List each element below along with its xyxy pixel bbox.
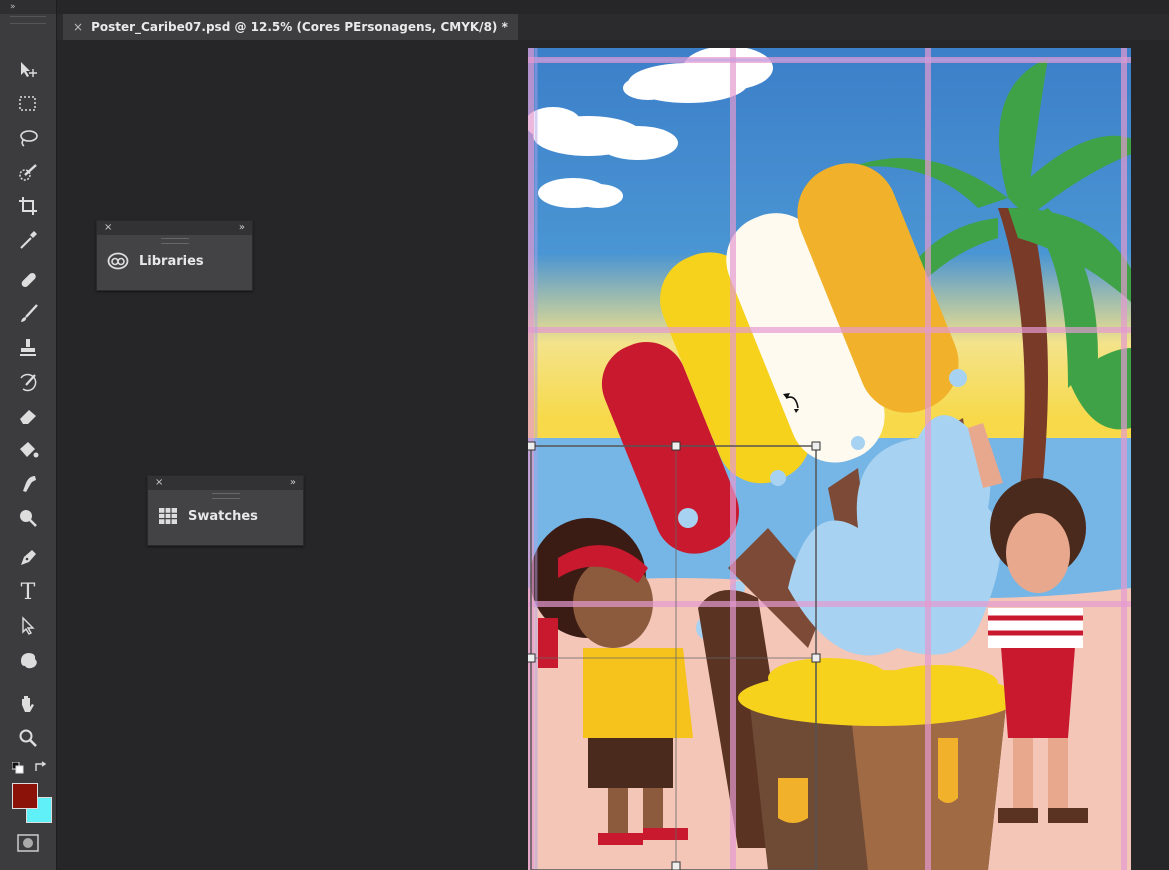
- path-selection-icon: [22, 616, 35, 635]
- foreground-color-swatch[interactable]: [12, 783, 38, 809]
- transform-handle[interactable]: [811, 653, 821, 663]
- hand-tool[interactable]: [12, 690, 44, 718]
- eyedropper-tool[interactable]: [12, 226, 44, 254]
- stamp-icon: [20, 339, 36, 356]
- swap-colors-icon[interactable]: [34, 760, 48, 774]
- libraries-label[interactable]: Libraries: [139, 254, 204, 269]
- libraries-close-icon[interactable]: ×: [104, 221, 112, 235]
- custom-shape-icon: [21, 653, 37, 669]
- transform-handle[interactable]: [671, 441, 681, 451]
- paint-bucket-icon: [20, 442, 39, 458]
- quick-mask-icon[interactable]: [16, 832, 40, 854]
- history-brush-icon: [20, 373, 37, 392]
- lasso-icon: [20, 130, 38, 147]
- swatches-expand-icon[interactable]: »: [290, 476, 296, 490]
- healing-brush-tool[interactable]: [12, 266, 44, 294]
- dodge-icon: [20, 510, 37, 527]
- tools-panel: » T: [0, 0, 57, 870]
- move-tool[interactable]: [12, 56, 44, 84]
- swatches-label[interactable]: Swatches: [188, 509, 258, 524]
- type-tool[interactable]: T: [12, 578, 44, 606]
- crop-tool[interactable]: [12, 192, 44, 220]
- pen-icon: [21, 550, 36, 565]
- document-title: Poster_Caribe07.psd @ 12.5% (Cores PErso…: [91, 20, 508, 34]
- swatches-close-icon[interactable]: ×: [155, 476, 163, 490]
- libraries-expand-icon[interactable]: »: [239, 221, 245, 235]
- clone-stamp-tool[interactable]: [12, 334, 44, 362]
- swatches-panel[interactable]: × » Swatches: [147, 475, 304, 546]
- zoom-icon: [19, 729, 37, 747]
- marquee-icon: [19, 96, 36, 111]
- transform-handle[interactable]: [528, 653, 536, 663]
- swatches-grid-icon: [159, 508, 177, 524]
- close-tab-icon[interactable]: ×: [73, 14, 83, 40]
- poster-artwork: [528, 48, 1131, 870]
- transform-handle[interactable]: [811, 441, 821, 451]
- shape-tool[interactable]: [12, 646, 44, 674]
- smudge-tool[interactable]: [12, 470, 44, 498]
- eraser-icon: [20, 410, 36, 424]
- path-selection-tool[interactable]: [12, 612, 44, 640]
- quick-selection-tool[interactable]: [12, 158, 44, 186]
- document-tab[interactable]: × Poster_Caribe07.psd @ 12.5% (Cores PEr…: [63, 14, 518, 40]
- paint-bucket-tool[interactable]: [12, 436, 44, 464]
- document-tab-bar: × Poster_Caribe07.psd @ 12.5% (Cores PEr…: [57, 14, 1169, 40]
- eyedropper-icon: [20, 231, 37, 249]
- move-icon: [21, 62, 37, 77]
- crop-icon: [19, 197, 37, 215]
- hand-icon: [22, 696, 34, 712]
- lasso-tool[interactable]: [12, 124, 44, 152]
- marquee-tool[interactable]: [12, 90, 44, 118]
- pen-tool[interactable]: [12, 544, 44, 572]
- smudge-icon: [23, 476, 36, 492]
- brush-tool[interactable]: [12, 300, 44, 328]
- default-colors-icon[interactable]: [12, 762, 24, 774]
- bandage-icon: [21, 272, 36, 288]
- dodge-tool[interactable]: [12, 504, 44, 532]
- transform-handle[interactable]: [671, 861, 681, 870]
- transform-handle[interactable]: [528, 441, 536, 451]
- history-brush-tool[interactable]: [12, 368, 44, 396]
- toolbar-grip[interactable]: [10, 16, 46, 24]
- quick-selection-icon: [19, 164, 37, 181]
- creative-cloud-icon: [107, 252, 129, 270]
- libraries-panel[interactable]: × » Libraries: [96, 220, 253, 291]
- document-canvas[interactable]: [528, 48, 1131, 870]
- toolbar-collapse-button[interactable]: »: [0, 0, 56, 14]
- eraser-tool[interactable]: [12, 402, 44, 430]
- zoom-tool[interactable]: [12, 724, 44, 752]
- brush-icon: [21, 304, 38, 322]
